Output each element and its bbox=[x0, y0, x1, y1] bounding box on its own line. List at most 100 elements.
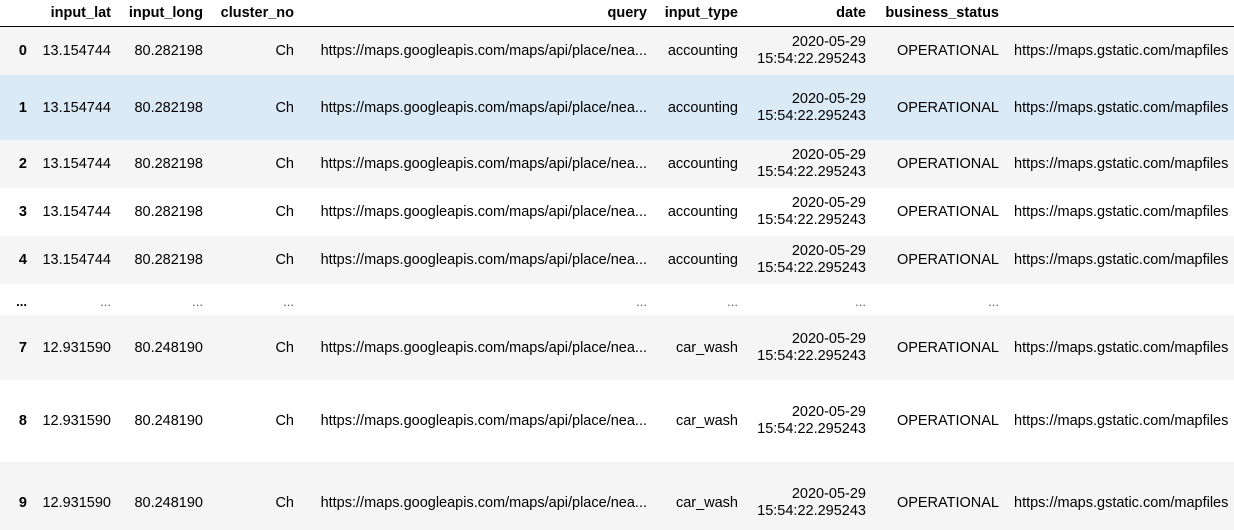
cell-icon-url: https://maps.gstatic.com/mapfiles bbox=[1014, 204, 1229, 220]
cell-input-lat: 13.154744 bbox=[42, 43, 111, 59]
cell-query: https://maps.googleapis.com/maps/api/pla… bbox=[320, 495, 647, 511]
cell-input-type: accounting bbox=[667, 204, 738, 220]
ellipsis-cell: ... bbox=[192, 294, 203, 309]
cell-input-lat: 13.154744 bbox=[42, 156, 111, 172]
cell-icon-url: https://maps.gstatic.com/mapfiles bbox=[1014, 413, 1229, 429]
table-row: 2 13.154744 80.282198 Ch https://maps.go… bbox=[0, 140, 1234, 188]
date-time: 15:54:22.295243 bbox=[757, 260, 866, 276]
date-time: 15:54:22.295243 bbox=[757, 51, 866, 67]
date-day: 2020-05-29 bbox=[791, 34, 866, 50]
cell-icon-url: https://maps.gstatic.com/mapfiles bbox=[1014, 339, 1229, 356]
ellipsis-cell: ... bbox=[100, 294, 111, 309]
cell-input-type: car_wash bbox=[675, 495, 738, 511]
table-row: 3 13.154744 80.282198 Ch https://maps.go… bbox=[0, 188, 1234, 236]
cell-icon-url: https://maps.gstatic.com/mapfiles bbox=[1014, 99, 1229, 116]
cell-input-long: 80.248190 bbox=[134, 339, 203, 356]
cell-business-status: OPERATIONAL bbox=[896, 413, 999, 429]
row-index: 1 bbox=[18, 99, 27, 116]
ellipsis-cell: ... bbox=[636, 294, 647, 309]
cell-cluster-no: Ch bbox=[275, 413, 294, 429]
cell-input-long: 80.282198 bbox=[134, 43, 203, 59]
cell-input-long: 80.282198 bbox=[134, 252, 203, 268]
column-header-cluster-no: cluster_no bbox=[220, 5, 294, 21]
ellipsis-cell: ... bbox=[855, 294, 866, 309]
ellipsis-row: ... ... ... ... ... ... ... ... bbox=[0, 284, 1234, 315]
ellipsis-cell: ... bbox=[727, 294, 738, 309]
cell-business-status: OPERATIONAL bbox=[896, 99, 999, 116]
row-index: 9 bbox=[18, 495, 27, 511]
cell-input-long: 80.282198 bbox=[134, 99, 203, 116]
date-time: 15:54:22.295243 bbox=[757, 164, 866, 180]
cell-business-status: OPERATIONAL bbox=[896, 339, 999, 356]
cell-date: 2020-05-29 15:54:22.295243 bbox=[738, 315, 866, 380]
cell-cluster-no: Ch bbox=[275, 252, 294, 268]
column-header-input-lat: input_lat bbox=[50, 5, 111, 21]
cell-business-status: OPERATIONAL bbox=[896, 43, 999, 59]
cell-input-long: 80.248190 bbox=[134, 495, 203, 511]
column-header-input-long: input_long bbox=[128, 5, 203, 21]
cell-date: 2020-05-29 15:54:22.295243 bbox=[738, 380, 866, 462]
column-header-business-status: business_status bbox=[885, 5, 999, 21]
cell-business-status: OPERATIONAL bbox=[896, 252, 999, 268]
row-index: 7 bbox=[18, 339, 27, 356]
cell-business-status: OPERATIONAL bbox=[896, 204, 999, 220]
date-time: 15:54:22.295243 bbox=[757, 347, 866, 364]
row-index: 3 bbox=[18, 204, 27, 220]
ellipsis-cell: ... bbox=[283, 294, 294, 309]
date-day: 2020-05-29 bbox=[791, 486, 866, 502]
cell-cluster-no: Ch bbox=[275, 99, 294, 116]
table-row: 0 13.154744 80.282198 Ch https://maps.go… bbox=[0, 27, 1234, 75]
column-header-query: query bbox=[607, 5, 648, 21]
table-row: 7 12.931590 80.248190 Ch https://maps.go… bbox=[0, 315, 1234, 380]
row-index: 8 bbox=[18, 413, 27, 429]
cell-icon-url: https://maps.gstatic.com/mapfiles bbox=[1014, 43, 1229, 59]
date-time: 15:54:22.295243 bbox=[757, 503, 866, 519]
cell-query: https://maps.googleapis.com/maps/api/pla… bbox=[320, 99, 647, 116]
date-time: 15:54:22.295243 bbox=[757, 107, 866, 124]
cell-cluster-no: Ch bbox=[275, 43, 294, 59]
cell-input-lat: 13.154744 bbox=[42, 99, 111, 116]
column-header-input-type: input_type bbox=[664, 5, 738, 21]
cell-icon-url: https://maps.gstatic.com/mapfiles bbox=[1014, 252, 1229, 268]
cell-cluster-no: Ch bbox=[275, 495, 294, 511]
cell-icon-url: https://maps.gstatic.com/mapfiles bbox=[1014, 156, 1229, 172]
table-row: 8 12.931590 80.248190 Ch https://maps.go… bbox=[0, 380, 1234, 462]
table-row: 9 12.931590 80.248190 Ch https://maps.go… bbox=[0, 462, 1234, 530]
row-index: 2 bbox=[18, 156, 27, 172]
cell-input-type: accounting bbox=[667, 43, 738, 59]
cell-input-long: 80.282198 bbox=[134, 204, 203, 220]
cell-input-lat: 12.931590 bbox=[42, 495, 111, 511]
row-index: 4 bbox=[18, 252, 27, 268]
column-header-date: date bbox=[836, 5, 866, 21]
cell-query: https://maps.googleapis.com/maps/api/pla… bbox=[320, 252, 647, 268]
cell-cluster-no: Ch bbox=[275, 204, 294, 220]
cell-query: https://maps.googleapis.com/maps/api/pla… bbox=[320, 156, 647, 172]
cell-input-long: 80.248190 bbox=[134, 413, 203, 429]
cell-query: https://maps.googleapis.com/maps/api/pla… bbox=[320, 204, 647, 220]
date-day: 2020-05-29 bbox=[791, 243, 866, 259]
date-day: 2020-05-29 bbox=[791, 404, 866, 420]
cell-date: 2020-05-29 15:54:22.295243 bbox=[738, 188, 866, 236]
cell-input-lat: 13.154744 bbox=[42, 204, 111, 220]
cell-input-lat: 13.154744 bbox=[42, 252, 111, 268]
date-day: 2020-05-29 bbox=[791, 330, 866, 347]
ellipsis-index: ... bbox=[16, 294, 27, 309]
cell-input-long: 80.282198 bbox=[134, 156, 203, 172]
cell-input-type: car_wash bbox=[675, 339, 738, 356]
cell-cluster-no: Ch bbox=[275, 156, 294, 172]
cell-date: 2020-05-29 15:54:22.295243 bbox=[738, 140, 866, 188]
cell-input-type: accounting bbox=[667, 252, 738, 268]
row-index: 0 bbox=[18, 43, 27, 59]
cell-query: https://maps.googleapis.com/maps/api/pla… bbox=[320, 413, 647, 429]
cell-business-status: OPERATIONAL bbox=[896, 495, 999, 511]
cell-date: 2020-05-29 15:54:22.295243 bbox=[738, 75, 866, 140]
cell-input-lat: 12.931590 bbox=[42, 339, 111, 356]
cell-date: 2020-05-29 15:54:22.295243 bbox=[738, 236, 866, 284]
cell-query: https://maps.googleapis.com/maps/api/pla… bbox=[320, 339, 647, 356]
date-day: 2020-05-29 bbox=[791, 195, 866, 211]
cell-date: 2020-05-29 15:54:22.295243 bbox=[738, 27, 866, 75]
date-day: 2020-05-29 bbox=[791, 147, 866, 163]
table-row: 4 13.154744 80.282198 Ch https://maps.go… bbox=[0, 236, 1234, 284]
cell-input-type: accounting bbox=[667, 99, 738, 116]
cell-date: 2020-05-29 15:54:22.295243 bbox=[738, 462, 866, 530]
